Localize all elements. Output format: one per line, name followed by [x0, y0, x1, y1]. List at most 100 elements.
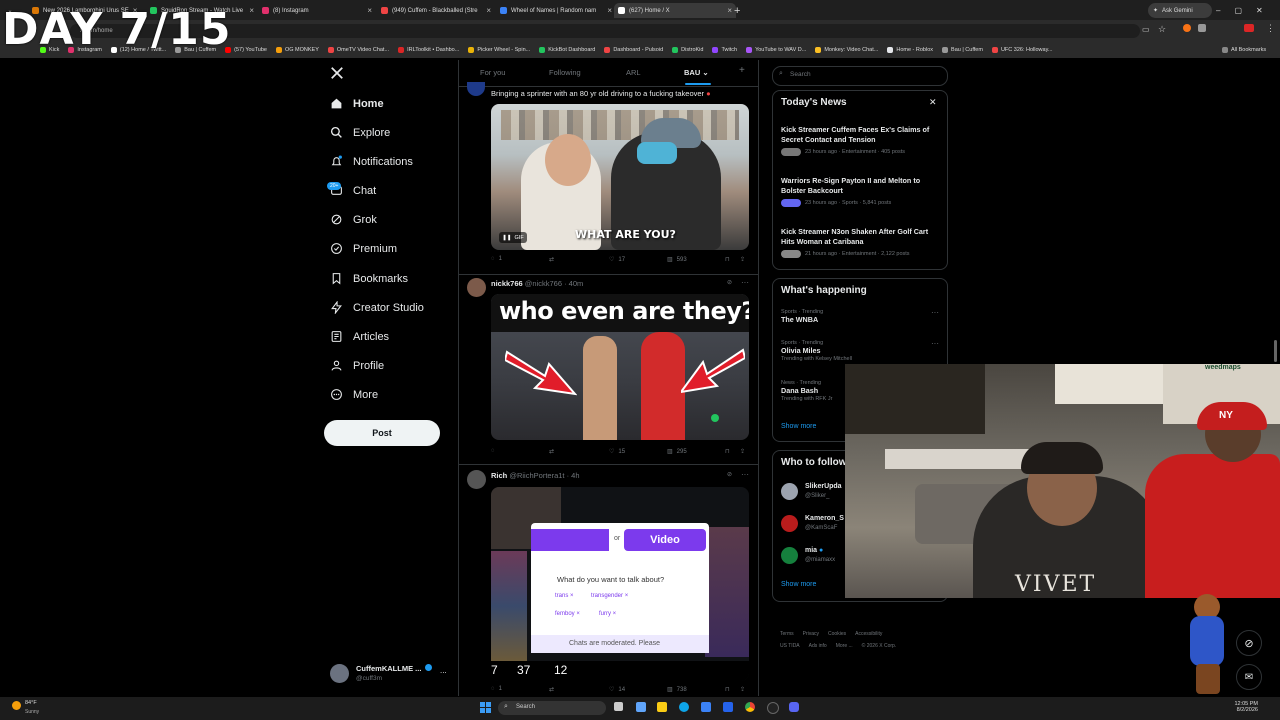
- edge-icon[interactable]: [679, 702, 689, 712]
- reply-button[interactable]: ◌ 1: [491, 256, 502, 262]
- views-button[interactable]: ▥ 295: [667, 448, 687, 456]
- footer-link[interactable]: Privacy: [803, 628, 819, 640]
- more-icon[interactable]: ···: [931, 308, 939, 317]
- tab-close-icon[interactable]: ×: [727, 6, 732, 15]
- browser-tab-6[interactable]: (627) Home / X ×: [614, 3, 736, 18]
- bookmark-button[interactable]: ⊓: [725, 448, 730, 455]
- add-tab-icon[interactable]: +: [739, 65, 745, 76]
- interest-chip[interactable]: transgender ×: [591, 593, 628, 599]
- account-switcher[interactable]: CuffemKALLME ... @cuff3m ...: [330, 662, 460, 686]
- nav-articles[interactable]: Articles: [330, 330, 389, 343]
- tab-close-icon[interactable]: ×: [367, 6, 372, 15]
- store-icon[interactable]: [701, 702, 711, 712]
- gif-badge[interactable]: ❚❚ GIF: [499, 232, 527, 243]
- video-option-button[interactable]: Video: [624, 529, 706, 551]
- bookmark-item[interactable]: DistroKid: [672, 47, 703, 53]
- bookmark-item[interactable]: OG MONKEY: [275, 47, 319, 53]
- avatar[interactable]: [467, 278, 486, 297]
- extension-icon[interactable]: [1183, 24, 1191, 32]
- show-more-link[interactable]: Show more: [781, 423, 816, 430]
- tweet-media-gif[interactable]: ❚❚ GIF WHAT ARE YOU?: [491, 104, 749, 250]
- interest-chip[interactable]: trans ×: [555, 593, 574, 599]
- more-icon[interactable]: ···: [741, 278, 749, 287]
- close-window-icon[interactable]: ✕: [1256, 6, 1263, 15]
- cast-icon[interactable]: ▭: [1142, 25, 1150, 34]
- nav-more[interactable]: More: [330, 388, 378, 401]
- taskbar-search[interactable]: ⌕ Search: [498, 701, 606, 715]
- author-name[interactable]: Rich: [491, 471, 507, 480]
- extension-icon[interactable]: [1198, 24, 1206, 32]
- nav-premium[interactable]: Premium: [330, 242, 397, 255]
- ask-gemini-button[interactable]: ✦ Ask Gemini: [1148, 3, 1212, 18]
- like-button[interactable]: ♡ 14: [609, 686, 625, 694]
- browser-tab-3[interactable]: (8) Instagram ×: [258, 3, 376, 18]
- author-name[interactable]: nickk766: [491, 279, 523, 288]
- text-option[interactable]: [531, 529, 609, 551]
- more-icon[interactable]: ...: [440, 666, 447, 675]
- extension-icon[interactable]: [1244, 24, 1254, 32]
- tweet-media-video[interactable]: who even are they?: [491, 294, 749, 440]
- views-button[interactable]: ▥ 593: [667, 256, 687, 264]
- task-view-icon[interactable]: [614, 702, 623, 711]
- obs-icon[interactable]: [767, 702, 779, 714]
- nav-home[interactable]: Home: [330, 97, 384, 110]
- reply-button[interactable]: ◌: [491, 448, 495, 454]
- messages-float-button[interactable]: ✉: [1236, 664, 1262, 690]
- bookmark-item[interactable]: UFC 326: Holloway...: [991, 47, 1053, 53]
- bookmark-item[interactable]: KickBot Dashboard: [539, 47, 595, 53]
- avatar[interactable]: [467, 470, 486, 489]
- bookmark-item[interactable]: Monkey: Video Chat...: [815, 47, 878, 53]
- reply-button[interactable]: ◌ 1: [491, 686, 502, 692]
- bookmark-item[interactable]: IRLToolkit • Dashbo...: [398, 47, 459, 53]
- nav-profile[interactable]: Profile: [330, 359, 384, 372]
- tab-following[interactable]: Following: [549, 68, 581, 77]
- tab-close-icon[interactable]: ×: [486, 6, 491, 15]
- like-button[interactable]: ♡ 17: [609, 256, 625, 264]
- footer-link[interactable]: Terms: [780, 628, 794, 640]
- new-tab-button[interactable]: +: [734, 3, 748, 18]
- like-button[interactable]: ♡ 15: [609, 448, 625, 456]
- browser-tab-5[interactable]: Wheel of Names | Random nam ×: [496, 3, 616, 18]
- grok-button[interactable]: ⊘: [727, 471, 732, 478]
- bookmark-item[interactable]: Picker Wheel - Spin...: [468, 47, 530, 53]
- trend-item[interactable]: Sports · Trending Olivia Miles Trending …: [781, 340, 941, 362]
- nav-grok[interactable]: Grok: [330, 213, 377, 226]
- news-item[interactable]: Warriors Re-Sign Payton II and Melton to…: [781, 176, 941, 207]
- tweet-media-screen[interactable]: or Video What do you want to talk about?…: [491, 487, 749, 681]
- avatar[interactable]: [467, 82, 485, 96]
- nav-creator-studio[interactable]: Creator Studio: [330, 301, 424, 314]
- views-button[interactable]: ▥ 738: [667, 686, 687, 694]
- menu-icon[interactable]: ⋮: [1266, 23, 1275, 34]
- windows-start-icon[interactable]: [480, 702, 491, 713]
- bookmark-item[interactable]: OmeTV Video Chat...: [327, 47, 389, 53]
- repost-button[interactable]: ⇄: [549, 686, 554, 693]
- app-icon[interactable]: [723, 702, 733, 712]
- all-bookmarks-button[interactable]: All Bookmarks: [1222, 47, 1266, 53]
- share-button[interactable]: ⇪: [740, 448, 745, 455]
- search-input[interactable]: ⌕ Search: [772, 66, 948, 86]
- bookmark-item[interactable]: YouTube to WAV D...: [746, 47, 806, 53]
- news-item[interactable]: Kick Streamer N3on Shaken After Golf Car…: [781, 227, 941, 258]
- interest-chip[interactable]: femboy ×: [555, 611, 580, 617]
- footer-link[interactable]: More ...: [836, 640, 853, 652]
- star-icon[interactable]: ☆: [1158, 24, 1166, 35]
- grok-float-button[interactable]: ⊘: [1236, 630, 1262, 656]
- bookmark-item[interactable]: Dashboard - Pulsoid: [604, 47, 663, 53]
- news-item[interactable]: Kick Streamer Cuffem Faces Ex's Claims o…: [781, 125, 941, 156]
- footer-link[interactable]: US TIDA: [780, 640, 800, 652]
- close-icon[interactable]: ✕: [929, 97, 937, 108]
- tab-for-you[interactable]: For you: [480, 68, 505, 77]
- file-explorer-icon[interactable]: [657, 702, 667, 712]
- maximize-icon[interactable]: ▢: [1234, 6, 1242, 15]
- share-button[interactable]: ⇪: [740, 256, 745, 263]
- browser-tab-4[interactable]: (949) Cuffem - Blackballed (Stre ×: [377, 3, 495, 18]
- chrome-icon[interactable]: [745, 702, 755, 712]
- tab-close-icon[interactable]: ×: [249, 6, 254, 15]
- more-icon[interactable]: ···: [741, 470, 749, 479]
- discord-icon[interactable]: [789, 702, 799, 712]
- bookmark-item[interactable]: Twitch: [712, 47, 737, 53]
- nav-notifications[interactable]: Notifications: [330, 155, 413, 168]
- x-logo-icon[interactable]: [330, 66, 344, 83]
- grok-button[interactable]: ⊘: [727, 279, 732, 286]
- footer-link[interactable]: Accessibility: [855, 628, 882, 640]
